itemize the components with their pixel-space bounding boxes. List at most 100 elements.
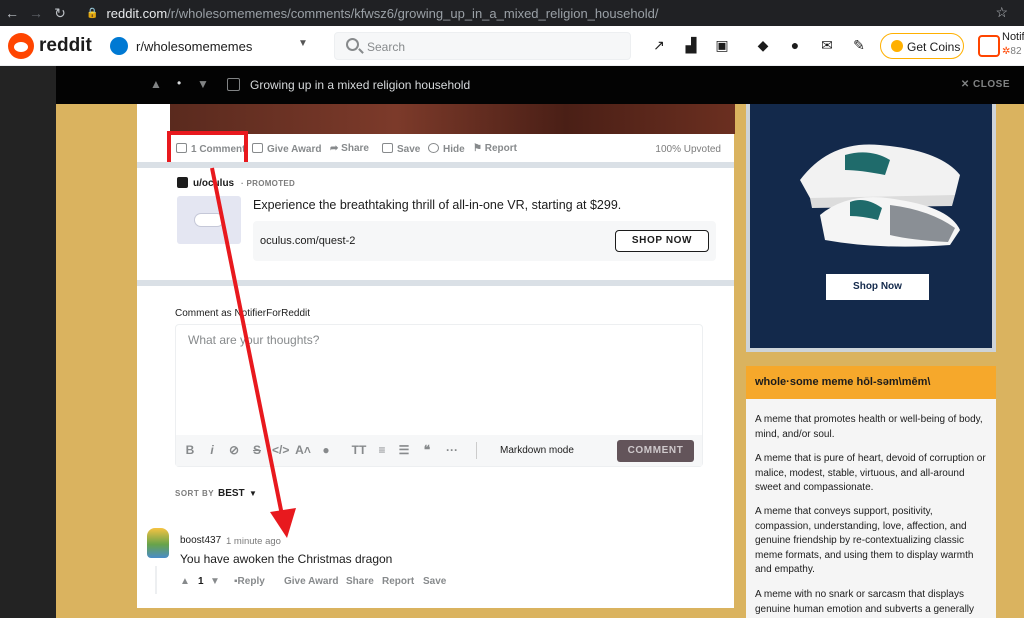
sneaker-image bbox=[800, 144, 960, 247]
share-icon: ➦ bbox=[330, 143, 342, 154]
flag-icon: ⚑ bbox=[473, 143, 485, 154]
post-title-bar: ▲ • ▼ Growing up in a mixed religion hou… bbox=[56, 66, 1024, 104]
toolbar-divider bbox=[476, 442, 477, 459]
post-card: 1 Comment Give Award ➦ Share Save Hide ⚑… bbox=[137, 104, 735, 608]
widget-paragraph: A meme that conveys support, positivity,… bbox=[755, 506, 974, 575]
reload-icon[interactable]: ↻ bbox=[48, 5, 72, 22]
comment-downvote-icon[interactable]: ▼ bbox=[210, 576, 220, 587]
ad-link-box[interactable]: oculus.com/quest-2 SHOP NOW bbox=[253, 221, 716, 261]
widget-title: whole·some meme hōl-səm\mēm\ bbox=[755, 376, 931, 388]
comment-reply-button[interactable]: ▪ Reply bbox=[234, 576, 265, 587]
vote-count: • bbox=[177, 76, 182, 90]
coin-icon bbox=[891, 40, 903, 52]
sidebar-ad[interactable]: Shop Now bbox=[746, 104, 996, 352]
shop-now-button[interactable]: SHOP NOW bbox=[615, 230, 709, 252]
superscript-icon[interactable]: A˄ bbox=[295, 443, 311, 459]
divider bbox=[137, 280, 734, 286]
user-name[interactable]: Notif bbox=[1002, 31, 1024, 43]
subreddit-selector[interactable]: r/wholesomememes bbox=[136, 39, 252, 54]
browser-address-bar: ← → ↻ 🔒 reddit.com/r/wholesomememes/comm… bbox=[0, 0, 1024, 26]
ad-creative[interactable]: Shop Now bbox=[750, 104, 992, 348]
comment-upvote-icon[interactable]: ▲ bbox=[180, 576, 190, 587]
mail-icon[interactable]: ✉ bbox=[818, 37, 836, 55]
comment-as-label: Comment as NotifierForReddit bbox=[175, 308, 311, 319]
numbered-list-icon[interactable]: ☰ bbox=[396, 443, 412, 459]
comment-thread-line[interactable] bbox=[155, 566, 157, 594]
get-coins-button[interactable]: Get Coins bbox=[880, 33, 964, 59]
comment-give-award-button[interactable]: Give Award bbox=[284, 576, 338, 587]
quote-icon[interactable]: ❝ bbox=[419, 443, 435, 459]
hide-icon bbox=[428, 143, 439, 153]
bulleted-list-icon[interactable]: ≡ bbox=[374, 443, 390, 459]
comment-save-button[interactable]: Save bbox=[423, 576, 446, 587]
reddit-wordmark[interactable]: reddit bbox=[39, 35, 92, 57]
leaderboard-icon[interactable]: ▟ bbox=[682, 37, 700, 55]
heading-icon[interactable]: TT bbox=[351, 443, 367, 459]
sort-dropdown[interactable]: BEST bbox=[218, 488, 245, 499]
subreddit-icon bbox=[110, 37, 128, 55]
spoiler-icon[interactable]: ● bbox=[318, 443, 334, 459]
image-post-icon bbox=[227, 78, 240, 91]
more-options-icon[interactable]: ··· bbox=[444, 443, 460, 459]
upvote-ratio: 100% Upvoted bbox=[655, 144, 721, 155]
ad-headline[interactable]: Experience the breathtaking thrill of al… bbox=[253, 198, 621, 212]
lock-icon: 🔒 bbox=[86, 7, 99, 19]
upvote-arrow-icon[interactable]: ▲ bbox=[150, 77, 162, 91]
comment-report-button[interactable]: Report bbox=[382, 576, 414, 587]
user-karma: ✲82 bbox=[1002, 46, 1022, 57]
ad-link[interactable]: oculus.com/quest-2 bbox=[260, 235, 355, 247]
comment-share-button[interactable]: Share bbox=[346, 576, 374, 587]
bold-icon[interactable]: B bbox=[182, 443, 198, 459]
shop-now-button[interactable]: Shop Now bbox=[826, 274, 929, 300]
widget-paragraph: A meme with no snark or sarcasm that dis… bbox=[755, 589, 975, 615]
video-icon[interactable]: ▣ bbox=[713, 37, 731, 55]
trending-icon[interactable]: ↗ bbox=[650, 37, 668, 55]
chat-icon[interactable]: ● bbox=[786, 37, 804, 55]
forward-icon[interactable]: → bbox=[24, 5, 48, 21]
sidebar-widget-body: A meme that promotes health or well-bein… bbox=[746, 399, 996, 618]
ad-thumbnail[interactable] bbox=[177, 196, 241, 244]
reddit-header: reddit r/wholesomememes ▼ Search ↗ ▟ ▣ ◆… bbox=[0, 26, 1024, 66]
promoted-badge: · PROMOTED bbox=[241, 179, 296, 188]
chevron-down-icon[interactable]: ▼ bbox=[249, 489, 257, 498]
sort-by-label: SORT BY bbox=[175, 489, 215, 498]
search-input[interactable]: Search bbox=[334, 32, 631, 60]
comment-author[interactable]: boost437 bbox=[180, 535, 221, 546]
bookmark-star-icon[interactable]: ☆ bbox=[995, 4, 1008, 21]
inline-code-icon[interactable]: </> bbox=[272, 443, 289, 459]
comment-avatar[interactable] bbox=[147, 528, 169, 558]
markdown-mode-button[interactable]: Markdown mode bbox=[500, 445, 574, 456]
back-icon[interactable]: ← bbox=[0, 5, 24, 21]
avatar[interactable] bbox=[978, 35, 1000, 57]
sidebar-widget-header: whole·some meme hōl-səm\mēm\ bbox=[746, 366, 996, 399]
shield-icon[interactable]: ◆ bbox=[754, 37, 772, 55]
comment-submit-button[interactable]: COMMENT bbox=[617, 440, 694, 462]
advertiser-avatar bbox=[177, 177, 188, 188]
report-button[interactable]: ⚑ Report bbox=[473, 143, 517, 154]
post-title: Growing up in a mixed religion household bbox=[250, 78, 471, 92]
url-text[interactable]: reddit.com/r/wholesomememes/comments/kfw… bbox=[106, 6, 658, 21]
gift-icon bbox=[252, 143, 263, 153]
search-icon bbox=[346, 38, 359, 51]
left-backdrop bbox=[0, 66, 56, 618]
widget-paragraph: A meme that is pure of heart, devoid of … bbox=[755, 453, 986, 493]
post-image[interactable] bbox=[170, 104, 735, 134]
comment-body: You have awoken the Christmas dragon bbox=[180, 552, 393, 566]
downvote-arrow-icon[interactable]: ▼ bbox=[197, 77, 209, 91]
italic-icon[interactable]: i bbox=[204, 443, 220, 459]
comment-textarea[interactable] bbox=[176, 325, 702, 435]
hide-button[interactable]: Hide bbox=[428, 143, 465, 155]
share-button[interactable]: ➦ Share bbox=[330, 143, 369, 154]
create-post-icon[interactable]: ✎ bbox=[850, 37, 868, 55]
bookmark-icon bbox=[382, 143, 393, 153]
close-button[interactable]: ✕ CLOSE bbox=[961, 79, 1010, 90]
save-button[interactable]: Save bbox=[382, 143, 420, 155]
comment-timestamp[interactable]: 1 minute ago bbox=[226, 536, 281, 547]
link-icon[interactable]: ⊘ bbox=[226, 443, 242, 459]
strikethrough-icon[interactable]: S bbox=[249, 443, 265, 459]
give-award-button[interactable]: Give Award bbox=[252, 143, 321, 155]
chevron-down-icon[interactable]: ▼ bbox=[298, 38, 308, 49]
advertiser-name[interactable]: u/oculus bbox=[193, 178, 234, 189]
divider bbox=[137, 162, 734, 168]
reddit-logo-icon[interactable] bbox=[8, 33, 34, 59]
